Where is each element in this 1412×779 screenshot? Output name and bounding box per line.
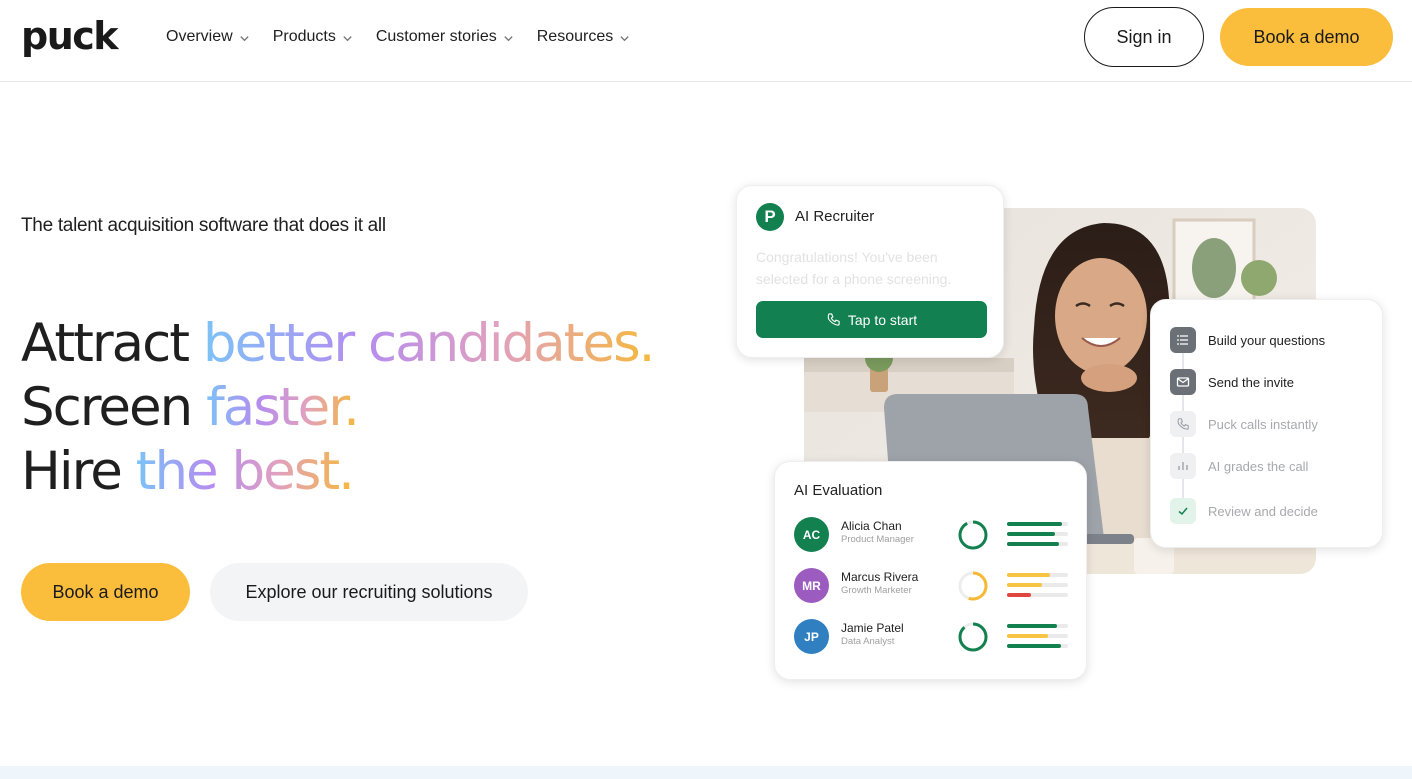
site-header: puck Overview Products Customer stories … [0,0,1412,82]
score-bar-track [1007,542,1068,546]
recruiter-message: Congratulations! You've been selected fo… [756,249,952,287]
chevron-down-icon [343,35,352,41]
step-item: Send the invite [1170,369,1294,395]
headline-gradient-text: faster. [206,377,360,438]
check-icon [1170,498,1196,524]
hero-tagline: The talent acquisition software that doe… [21,215,386,236]
chevron-down-icon [504,35,513,41]
score-ring [958,520,988,550]
candidate-name: Jamie Patel [841,621,904,635]
ring-fill [958,622,988,652]
step-item: AI grades the call [1170,453,1308,479]
card-title: AI Evaluation [794,482,883,499]
score-bar-track [1007,573,1068,577]
headline-text: Attract [21,313,203,374]
header-book-demo-button[interactable]: Book a demo [1220,8,1393,66]
puck-badge-icon: P [756,203,784,231]
chevron-down-icon [620,35,629,41]
next-section-edge [0,766,1412,779]
step-label: Build your questions [1208,332,1326,348]
score-bar-track [1007,644,1068,648]
candidate-role: Growth Marketer [841,585,912,596]
tap-to-start-button[interactable]: Tap to start [756,301,987,338]
step-label: AI grades the call [1208,458,1309,474]
score-bar-fill [1007,532,1055,536]
score-bar-fill [1007,583,1043,587]
score-bar-fill [1007,573,1050,577]
candidate-row[interactable]: AC Alicia Chan Product Manager [794,517,1074,553]
nav-products[interactable]: Products [273,26,353,48]
score-bars [1007,573,1068,603]
candidate-role: Product Manager [841,534,914,545]
headline-text: Hire [21,441,136,502]
bar-chart-icon [1170,453,1196,479]
nav-customer-stories[interactable]: Customer stories [376,26,514,48]
phone-icon [1170,411,1196,437]
score-bar-fill [1007,634,1049,638]
mail-icon [1170,369,1196,395]
puck-logo[interactable]: puck [21,14,119,58]
step-item: Build your questions [1170,327,1325,353]
score-bar-track [1007,593,1068,597]
score-bar-fill [1007,542,1059,546]
score-bar-track [1007,583,1068,587]
headline-text: Screen [21,377,207,438]
step-item: Review and decide [1170,498,1318,524]
hero-headline: Attract better candidates. Screen faster… [21,312,656,504]
score-bar-track [1007,624,1068,628]
score-bars [1007,624,1068,654]
nav-label: Resources [536,28,614,45]
step-label: Send the invite [1208,374,1295,390]
avatar: MR [794,568,829,603]
candidate-name: Alicia Chan [841,519,902,533]
nav-label: Products [272,28,336,45]
candidate-row[interactable]: JP Jamie Patel Data Analyst [794,619,1074,655]
list-icon [1170,327,1196,353]
nav-label: Customer stories [375,28,497,45]
card-title: AI Recruiter [795,208,875,225]
candidate-name: Marcus Rivera [841,570,919,584]
nav-resources[interactable]: Resources [537,26,630,48]
headline-gradient-text: better candidates. [202,313,656,374]
score-ring [958,571,988,601]
candidate-row[interactable]: MR Marcus Rivera Growth Marketer [794,568,1074,604]
candidate-role: Data Analyst [841,636,895,647]
avatar: JP [794,619,829,654]
step-label: Puck calls instantly [1208,416,1318,432]
explore-solutions-button[interactable]: Explore our recruiting solutions [210,563,528,621]
step-item: Puck calls instantly [1170,411,1318,437]
score-bar-fill [1007,522,1062,526]
score-bar-fill [1007,593,1032,597]
step-label: Review and decide [1208,503,1318,519]
ring-fill [958,520,988,550]
sign-in-button[interactable]: Sign in [1084,7,1204,67]
score-bar-track [1007,522,1068,526]
score-bars [1007,522,1068,552]
button-label: Tap to start [847,311,918,328]
headline-gradient-text: the best. [135,441,355,502]
hero-book-demo-button[interactable]: Book a demo [21,563,190,621]
score-bar-track [1007,634,1068,638]
workflow-steps-card: Build your questions Send the invite Puc… [1150,299,1383,548]
score-bar-fill [1007,644,1061,648]
ai-evaluation-card: AI Evaluation AC Alicia Chan Product Man… [774,461,1087,680]
nav-overview[interactable]: Overview [166,26,250,48]
main-nav: Overview Products Customer stories Resou… [166,26,653,48]
ai-recruiter-card: P AI Recruiter Congratulations! You've b… [736,185,1004,358]
score-ring [958,622,988,652]
phone-icon [827,313,840,326]
score-bar-track [1007,532,1068,536]
nav-label: Overview [166,28,233,45]
avatar: AC [794,517,829,552]
score-bar-fill [1007,624,1058,628]
chevron-down-icon [240,35,249,41]
